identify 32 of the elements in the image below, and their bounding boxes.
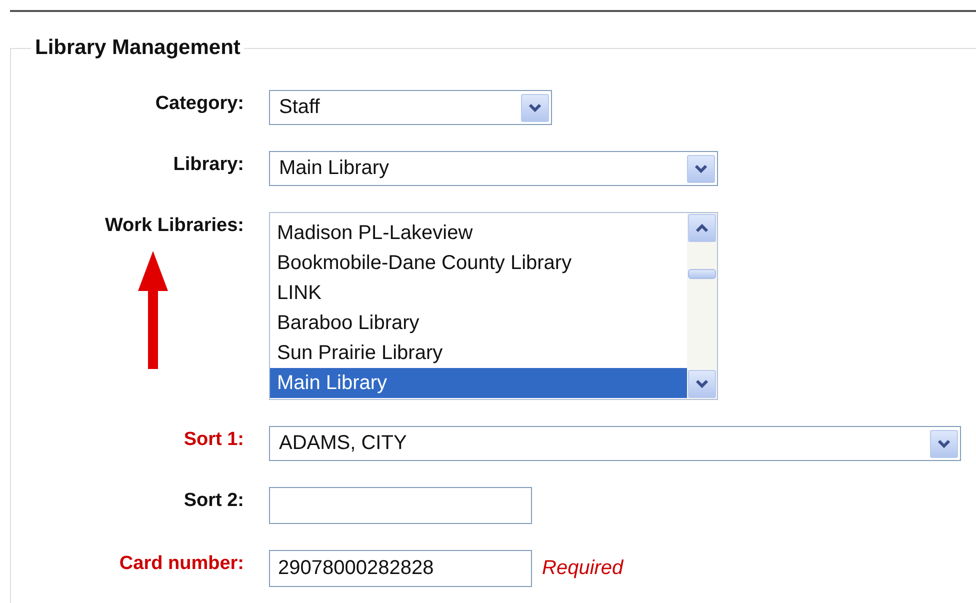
caret-icon — [694, 164, 708, 174]
list-option[interactable]: Main Library — [270, 368, 687, 398]
caret-icon — [695, 379, 709, 389]
dropdown-field[interactable]: Main Library — [269, 151, 718, 186]
list-option[interactable]: Baraboo Library — [270, 308, 687, 338]
field-label: Card number: — [119, 552, 244, 575]
field-label: Category: — [155, 92, 244, 115]
caret-icon — [937, 438, 951, 448]
dropdown-button[interactable] — [687, 154, 715, 182]
list-option[interactable]: LINK — [270, 278, 687, 308]
list-option[interactable]: Madison PL-Lakeview — [270, 218, 687, 248]
dropdown-button[interactable] — [521, 94, 549, 122]
caret-icon — [528, 102, 542, 112]
panel-title: Library Management — [34, 36, 242, 60]
field-label: Work Libraries: — [104, 214, 244, 237]
field-label: Sort 2: — [184, 489, 244, 512]
dropdown-field[interactable]: Staff — [269, 90, 552, 125]
field-label: Library: — [173, 153, 244, 176]
field-label: Sort 1: — [184, 428, 244, 451]
caret-icon — [695, 223, 709, 233]
input-field[interactable]: 29078000282828 — [269, 550, 532, 587]
scroll-thumb[interactable] — [688, 269, 716, 279]
list-option[interactable]: Bookmobile-Dane County Library — [270, 248, 687, 278]
required-note: Required — [542, 557, 624, 580]
dropdown-button[interactable] — [930, 430, 958, 458]
dropdown-field[interactable]: ADAMS, CITY — [269, 426, 961, 461]
scroll-up-button[interactable] — [688, 214, 716, 242]
scroll-down-button[interactable] — [688, 370, 716, 398]
input-field[interactable] — [269, 487, 532, 524]
scrollbar[interactable] — [687, 213, 717, 399]
list-option[interactable]: Sun Prairie Library — [270, 338, 687, 368]
list-box[interactable]: Madison PL-Lakeview Bookmobile-Dane County Library LINK Baraboo Library Sun Prairie Library Main Library — [269, 212, 718, 400]
